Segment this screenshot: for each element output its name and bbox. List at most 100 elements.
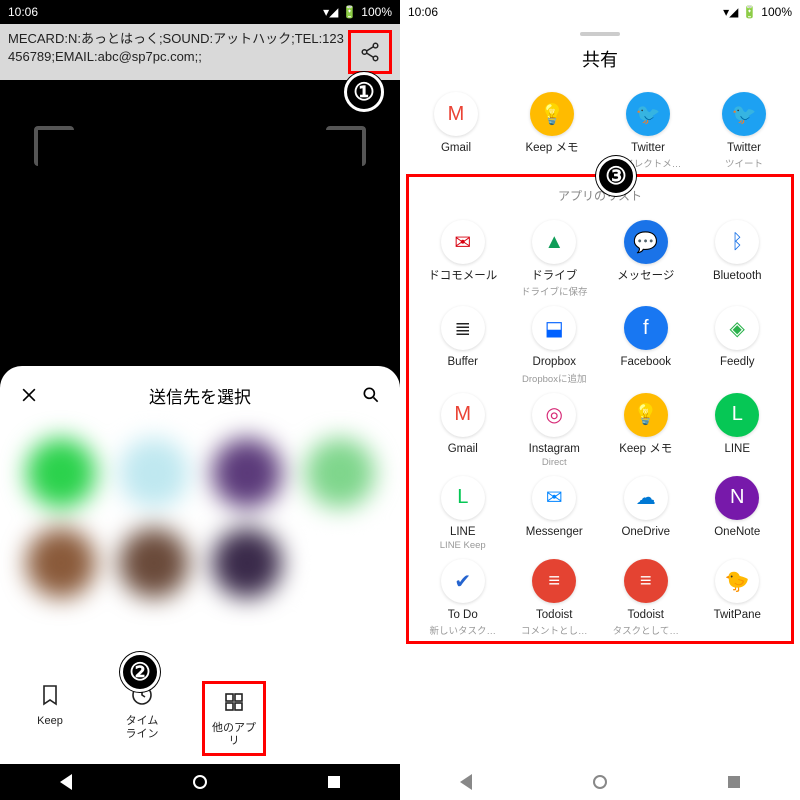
app-icon: 🐦	[626, 92, 670, 136]
app-row: LLINELINE Keep✉Messenger☁OneDriveNOneNot…	[409, 470, 791, 553]
annotation-3: ③	[596, 156, 636, 196]
app-icon: ✔	[441, 559, 485, 603]
app-name: To Do	[448, 609, 478, 622]
status-time: 10:06	[8, 5, 38, 19]
close-button[interactable]	[16, 382, 42, 408]
app-name: Feedly	[720, 356, 755, 369]
nav-recent-icon[interactable]	[328, 776, 340, 788]
app-icon: f	[624, 306, 668, 350]
sheet-footer-actions: Keep タイム ライン 他のアプリ	[0, 681, 400, 757]
app-subtitle: 新しいタスク…	[429, 623, 496, 637]
share-target-keep-メモ[interactable]: 💡 Keep メモ	[508, 92, 596, 170]
bookmark-icon	[38, 683, 62, 707]
status-time: 10:06	[408, 5, 438, 19]
share-target-feedly[interactable]: ◈ Feedly	[693, 306, 781, 384]
app-name: Twitter	[727, 142, 761, 155]
app-name: Messenger	[526, 526, 583, 539]
app-icon: ◎	[532, 393, 576, 437]
share-target-instagram[interactable]: ◎InstagramDirect	[510, 393, 598, 468]
app-name: Dropbox	[533, 356, 576, 369]
app-icon: M	[434, 92, 478, 136]
status-right: ▾◢🔋100%	[723, 5, 792, 19]
app-name: Keep メモ	[619, 443, 672, 456]
share-target-bluetooth[interactable]: ᛒBluetooth	[693, 220, 781, 298]
app-name: メッセージ	[617, 270, 674, 283]
select-destination-sheet: 送信先を選択 Keep	[0, 366, 400, 764]
app-name: LINE	[450, 526, 476, 539]
android-navbar	[400, 764, 800, 800]
app-icon: ☁	[624, 476, 668, 520]
android-navbar	[0, 764, 400, 800]
footer-keep[interactable]: Keep	[18, 681, 82, 757]
app-icon: ≡	[532, 559, 576, 603]
app-icon: 💡	[530, 92, 574, 136]
status-right: ▾◢🔋100%	[323, 5, 392, 19]
share-title: 共有	[400, 42, 800, 86]
app-name: Gmail	[448, 443, 478, 456]
share-target-todoist[interactable]: ≡Todoistコメントとし…	[510, 559, 598, 637]
share-target-メッセージ[interactable]: 💬 メッセージ	[602, 220, 690, 298]
app-icon: ◈	[715, 306, 759, 350]
share-target-buffer[interactable]: ≣Buffer	[419, 306, 507, 384]
app-row: ✔To Do新しいタスク…≡Todoistコメントとし…≡Todoistタスクと…	[409, 553, 791, 639]
decoded-result-card: MECARD:N:あっとはっく;SOUND:アットハック;TEL:1234567…	[0, 24, 400, 80]
share-target-onedrive[interactable]: ☁OneDrive	[602, 476, 690, 551]
share-target-to-do[interactable]: ✔ To Do新しいタスク…	[419, 559, 507, 637]
share-target-ドコモメール[interactable]: ✉ドコモメール	[419, 220, 507, 298]
share-target-line[interactable]: LLINELINE Keep	[419, 476, 507, 551]
nav-home-icon[interactable]	[593, 775, 607, 789]
footer-other-apps[interactable]: 他のアプリ	[202, 681, 266, 757]
app-name: Keep メモ	[525, 142, 578, 155]
share-target-keep-メモ[interactable]: 💡 Keep メモ	[602, 393, 690, 468]
android-share-sheet: 共有 MGmail💡Keep メモ🐦Twitterダイレクトメ…🐦Twitter…	[400, 32, 800, 800]
app-name: Todoist	[536, 609, 572, 622]
app-icon: 💡	[624, 393, 668, 437]
nav-recent-icon[interactable]	[728, 776, 740, 788]
app-row: ✉ドコモメール▲ドライブドライブに保存 💬 メッセージ ᛒBluetooth	[409, 214, 791, 300]
app-icon: ≡	[624, 559, 668, 603]
status-bar: 10:06 ▾◢🔋100%	[400, 0, 800, 24]
app-row: MGmail◎InstagramDirect 💡 Keep メモ LLINE	[409, 387, 791, 470]
grid-icon	[222, 690, 246, 714]
blurred-contacts	[10, 418, 390, 618]
search-button[interactable]	[358, 382, 384, 408]
drag-handle[interactable]	[580, 32, 620, 36]
app-name: OneNote	[714, 526, 760, 539]
app-icon: L	[441, 476, 485, 520]
share-target-ドライブ[interactable]: ▲ドライブドライブに保存	[510, 220, 598, 298]
share-target-facebook[interactable]: f Facebook	[602, 306, 690, 384]
share-button[interactable]	[348, 30, 392, 74]
share-target-gmail[interactable]: MGmail	[419, 393, 507, 468]
app-row: ≣Buffer⬓DropboxDropboxに追加fFacebook◈Feedl…	[409, 300, 791, 386]
app-name: Todoist	[628, 609, 664, 622]
nav-back-icon[interactable]	[60, 774, 72, 790]
annotation-2: ②	[120, 652, 160, 692]
nav-back-icon[interactable]	[460, 774, 472, 790]
app-name: LINE	[724, 443, 750, 456]
share-target-gmail[interactable]: MGmail	[412, 92, 500, 170]
left-screenshot: 10:06 ▾◢🔋100% MECARD:N:あっとはっく;SOUND:アットハ…	[0, 0, 400, 800]
annotation-1: ①	[344, 72, 384, 112]
app-name: Buffer	[448, 356, 478, 369]
app-icon: 🐦	[722, 92, 766, 136]
app-subtitle: Direct	[542, 457, 567, 468]
status-bar: 10:06 ▾◢🔋100%	[0, 0, 400, 24]
app-subtitle: ドライブに保存	[521, 284, 588, 298]
app-name: ドライブ	[531, 270, 577, 283]
share-target-onenote[interactable]: N OneNote	[693, 476, 781, 551]
app-name: Twitter	[631, 142, 665, 155]
share-target-messenger[interactable]: ✉Messenger	[510, 476, 598, 551]
app-icon: N	[715, 476, 759, 520]
share-target-twitpane[interactable]: 🐤TwitPane	[693, 559, 781, 637]
share-target-dropbox[interactable]: ⬓DropboxDropboxに追加	[510, 306, 598, 384]
nav-home-icon[interactable]	[193, 775, 207, 789]
share-target-line[interactable]: LLINE	[693, 393, 781, 468]
share-target-todoist[interactable]: ≡Todoistタスクとして…	[602, 559, 690, 637]
share-icon	[359, 41, 381, 63]
app-icon: ⬓	[532, 306, 576, 350]
app-name: Facebook	[620, 356, 671, 369]
share-target-twitter[interactable]: 🐦Twitterツイート	[700, 92, 788, 170]
app-name: TwitPane	[714, 609, 761, 622]
search-icon	[361, 385, 381, 405]
app-icon: 💬	[624, 220, 668, 264]
